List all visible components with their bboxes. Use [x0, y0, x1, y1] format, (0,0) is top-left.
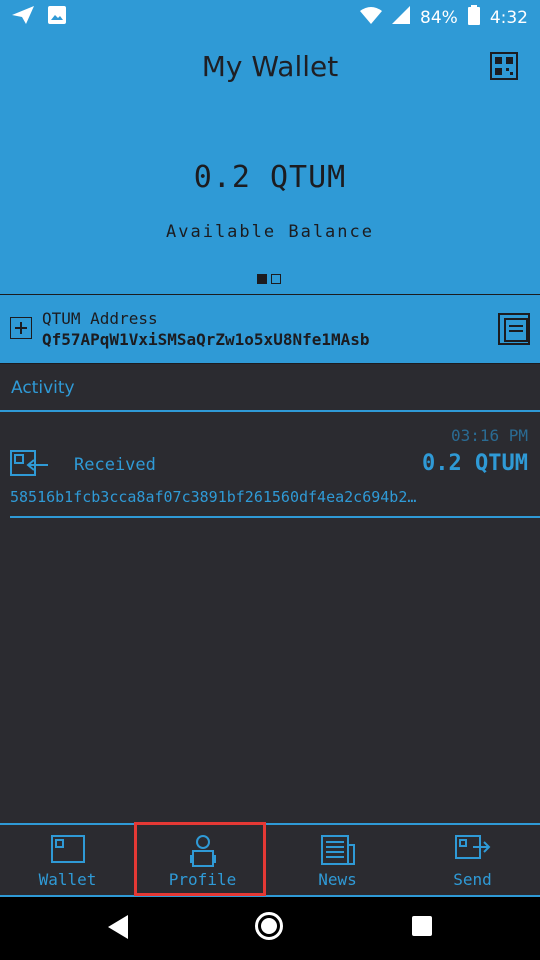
tab-send-label: Send	[453, 870, 492, 889]
transaction-row[interactable]: 03:16 PM Received 0.2 QTUM 58516b1fcb3cc…	[0, 414, 540, 520]
tab-news-label: News	[318, 870, 357, 889]
page-dot-inactive	[271, 274, 281, 284]
address-bar: QTUM Address Qf57APqW1VxiSMSaQrZw1o5xU8N…	[0, 294, 540, 364]
add-address-button[interactable]	[10, 317, 32, 339]
transaction-divider	[10, 516, 540, 518]
balance-amount: 0.2 QTUM	[193, 160, 347, 195]
clock: 4:32	[489, 7, 528, 28]
tab-wallet-label: Wallet	[38, 870, 97, 889]
tab-wallet[interactable]: Wallet	[0, 825, 135, 895]
copy-icon	[498, 313, 530, 345]
balance-label: Available Balance	[166, 222, 374, 242]
activity-header: Activity	[0, 364, 540, 412]
received-icon	[10, 450, 50, 476]
tab-send[interactable]: Send	[405, 825, 540, 895]
page-title: My Wallet	[201, 50, 339, 83]
address-value: Qf57APqW1VxiSMSaQrZw1o5xU8Nfe1MAsb	[42, 330, 370, 349]
profile-tab-highlight	[134, 822, 266, 896]
transaction-type: Received	[74, 455, 156, 475]
home-button[interactable]	[255, 912, 283, 940]
page-dot-active	[257, 274, 267, 284]
signal-icon	[392, 6, 411, 29]
copy-address-button[interactable]	[498, 313, 530, 345]
wifi-icon	[360, 6, 383, 29]
qr-code-button[interactable]	[490, 52, 518, 80]
transaction-amount: 0.2 QTUM	[422, 451, 528, 476]
address-label: QTUM Address	[42, 309, 158, 328]
battery-percent: 84%	[420, 7, 458, 28]
android-navigation-bar	[0, 897, 540, 960]
activity-title: Activity	[11, 378, 75, 398]
wallet-icon	[50, 835, 85, 863]
bottom-tab-bar: Wallet Profile News Send	[0, 823, 540, 897]
transaction-hash: 58516b1fcb3cca8af07c3891bf261560df4ea2c6…	[10, 488, 417, 506]
send-notification-icon	[12, 6, 34, 28]
status-bar: 84% 4:32	[0, 0, 540, 34]
qr-code-icon	[490, 52, 518, 80]
news-icon	[320, 835, 355, 865]
wallet-header: My Wallet 0.2 QTUM Available Balance	[0, 34, 540, 294]
send-icon	[454, 835, 490, 859]
back-icon	[108, 915, 128, 939]
battery-icon	[467, 5, 480, 30]
page-indicator	[257, 274, 281, 284]
transaction-time: 03:16 PM	[450, 426, 528, 445]
image-notification-icon	[48, 6, 66, 28]
recent-apps-button[interactable]	[412, 916, 432, 936]
tab-news[interactable]: News	[270, 825, 405, 895]
back-button[interactable]	[108, 915, 128, 943]
